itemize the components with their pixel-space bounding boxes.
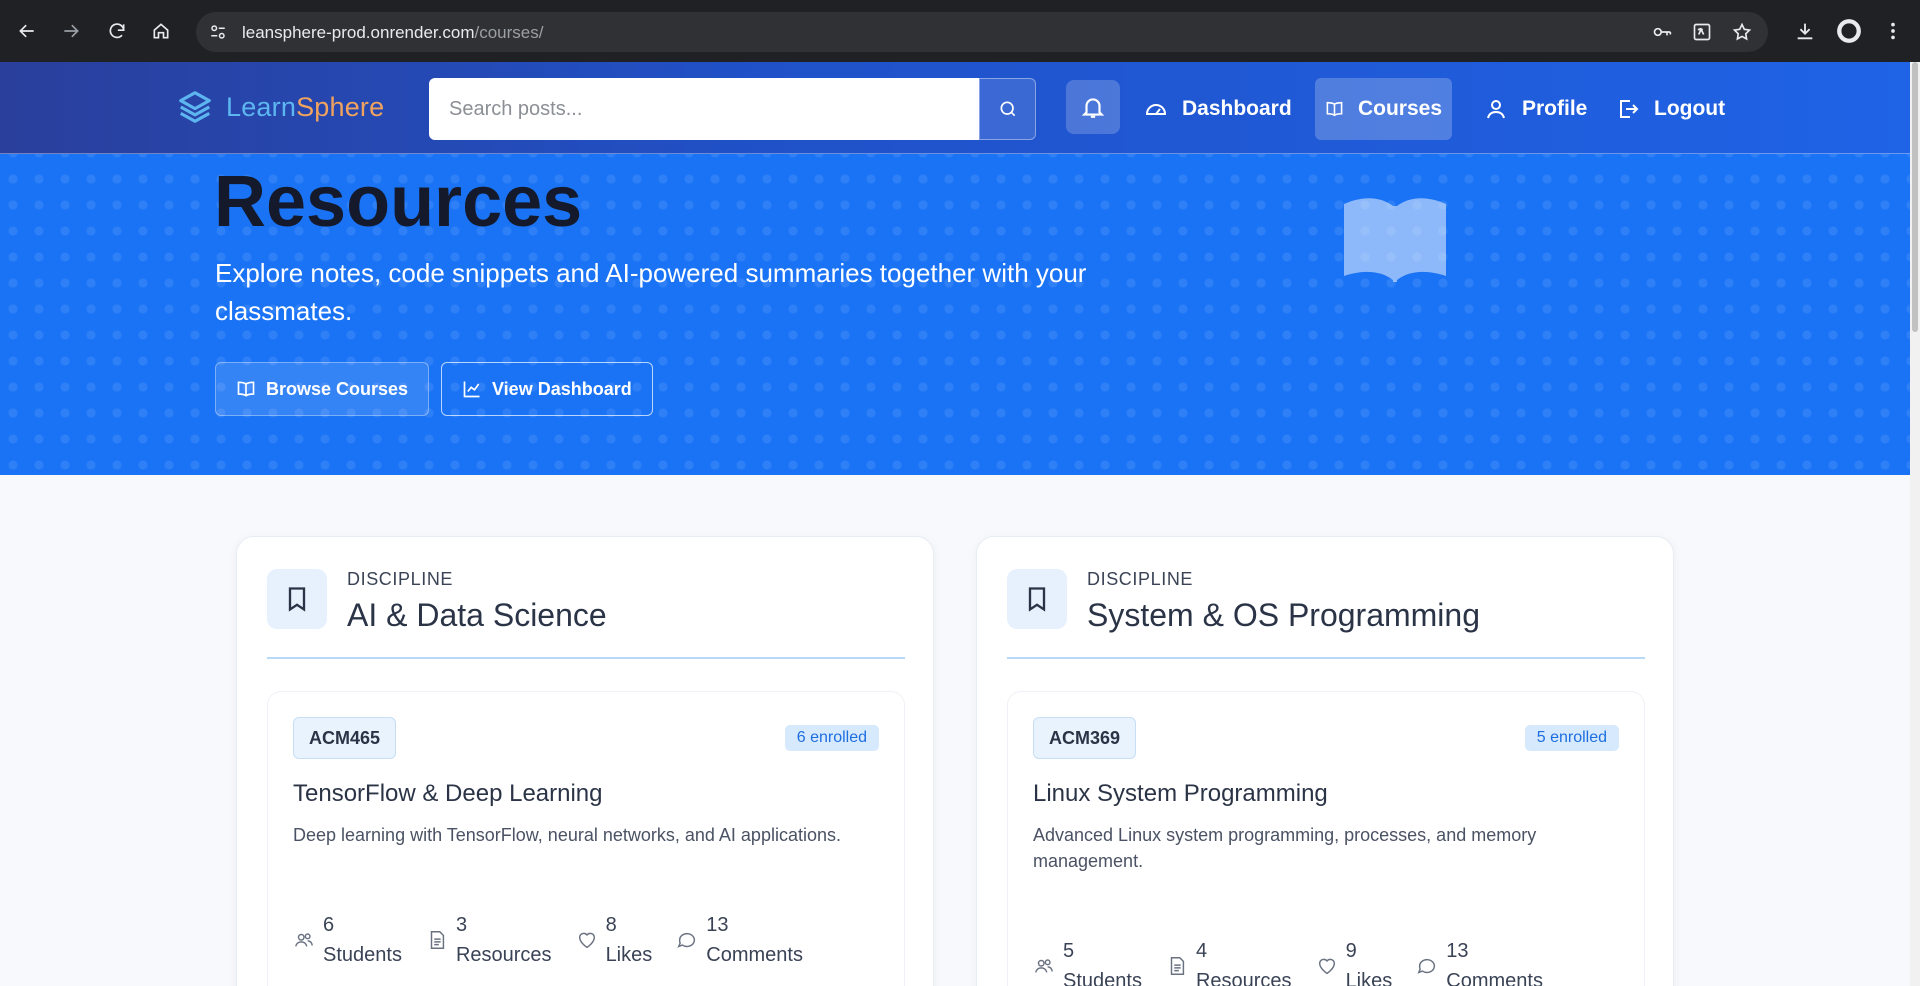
site-info-icon[interactable] [206, 20, 230, 44]
divider [1007, 657, 1645, 659]
forward-icon[interactable] [56, 16, 86, 46]
discipline-label: DISCIPLINE [347, 569, 454, 589]
discipline-card: DISCIPLINE AI & Data Science ACM465 6 en… [236, 536, 934, 986]
course-title[interactable]: Linux System Programming [1033, 780, 1328, 808]
user-icon [1487, 100, 1505, 119]
divider [267, 657, 905, 659]
menu-dots-icon[interactable] [1878, 16, 1908, 46]
hero-title: Resources [214, 162, 583, 242]
discipline-card: DISCIPLINE System & OS Programming ACM36… [976, 536, 1674, 986]
course-card[interactable]: ACM465 6 enrolled TensorFlow & Deep Lear… [267, 691, 905, 986]
view-dashboard-label: View Dashboard [492, 378, 632, 399]
course-description: Deep learning with TensorFlow, neural ne… [293, 825, 841, 845]
course-description: Advanced Linux system programming, proce… [1033, 825, 1537, 871]
book-icon [237, 381, 255, 397]
page-scrollbar[interactable] [1910, 62, 1920, 986]
users-icon [295, 933, 313, 947]
address-bar[interactable]: leansphere-prod.onrender.com/courses/ [196, 12, 1768, 52]
brand-name: LearnSphere [226, 91, 385, 122]
notifications-button[interactable] [1066, 80, 1120, 134]
url-text: leansphere-prod.onrender.com/courses/ [242, 23, 544, 42]
logout-icon [1620, 100, 1639, 118]
open-book-icon [1344, 198, 1446, 282]
translate-icon[interactable] [1690, 20, 1714, 44]
nav-profile-label: Profile [1522, 97, 1588, 120]
browse-courses-label: Browse Courses [266, 378, 409, 399]
course-code-badge: ACM465 [293, 717, 397, 759]
course-title[interactable]: TensorFlow & Deep Learning [293, 780, 603, 808]
reload-icon[interactable] [102, 16, 132, 46]
bell-icon [1081, 98, 1105, 118]
discipline-label: DISCIPLINE [1087, 569, 1194, 589]
nav-courses-label: Courses [1357, 97, 1442, 120]
stat-resources: 4 Resources [1166, 936, 1292, 986]
download-icon[interactable] [1790, 16, 1820, 46]
search-input[interactable] [429, 78, 979, 140]
search-button[interactable] [979, 78, 1036, 140]
brand-logo[interactable]: LearnSphere [176, 88, 384, 126]
nav-dashboard[interactable]: Dashboard [1134, 78, 1302, 140]
discipline-title: AI & Data Science [347, 597, 607, 633]
key-icon[interactable] [1650, 20, 1674, 44]
enrolled-badge: 5 enrolled [1524, 725, 1619, 751]
bookmark-icon [267, 569, 327, 629]
heart-icon [1318, 958, 1335, 975]
document-icon [1170, 957, 1185, 975]
nav-courses[interactable]: Courses [1315, 78, 1452, 140]
enrolled-badge: 6 enrolled [784, 725, 879, 751]
bookmark-star-icon[interactable] [1730, 20, 1754, 44]
bookmark-icon [1007, 569, 1067, 629]
comment-icon [677, 932, 696, 948]
course-stats: 6 Students 3 Resources 8 Likes 13 Comments [293, 910, 827, 970]
back-icon[interactable] [12, 16, 42, 46]
gauge-icon [1145, 104, 1167, 115]
comment-icon [1417, 958, 1436, 974]
hero-subtitle: Explore notes, code snippets and AI-powe… [215, 258, 1087, 326]
stat-likes: 9 Likes [1316, 936, 1392, 986]
stat-likes: 8 Likes [576, 910, 652, 970]
top-navbar: LearnSphere Dashboard Courses Profile Lo… [0, 62, 1910, 154]
browser-chrome: leansphere-prod.onrender.com/courses/ [0, 0, 1920, 62]
profile-avatar-icon[interactable] [1834, 16, 1864, 46]
course-code-badge: ACM369 [1033, 717, 1137, 759]
nav-logout[interactable]: Logout [1606, 78, 1735, 140]
course-stats: 5 Students 4 Resources 9 Likes 13 Comments [1033, 936, 1567, 986]
page: Resources Explore notes, code snippets a… [0, 62, 1910, 986]
stat-comments: 13 Comments [676, 910, 803, 970]
users-icon [1035, 959, 1053, 973]
discipline-title: System & OS Programming [1087, 597, 1480, 633]
chart-line-icon [463, 381, 480, 398]
home-icon[interactable] [146, 16, 176, 46]
book-icon [1326, 101, 1343, 117]
search-bar [429, 78, 1036, 140]
stat-comments: 13 Comments [1416, 936, 1543, 986]
layers-icon [179, 91, 211, 123]
browse-courses-button[interactable]: Browse Courses [215, 362, 430, 416]
document-icon [430, 931, 445, 949]
heart-icon [578, 932, 595, 949]
nav-logout-label: Logout [1654, 97, 1726, 120]
scrollbar-thumb[interactable] [1912, 62, 1918, 332]
view-dashboard-button[interactable]: View Dashboard [441, 362, 653, 416]
course-card[interactable]: ACM369 5 enrolled Linux System Programmi… [1007, 691, 1645, 986]
stat-students: 6 Students [293, 910, 402, 970]
nav-profile[interactable]: Profile [1474, 78, 1597, 140]
search-icon [1000, 101, 1015, 117]
stat-resources: 3 Resources [426, 910, 552, 970]
stat-students: 5 Students [1033, 936, 1142, 986]
nav-dashboard-label: Dashboard [1182, 97, 1292, 120]
